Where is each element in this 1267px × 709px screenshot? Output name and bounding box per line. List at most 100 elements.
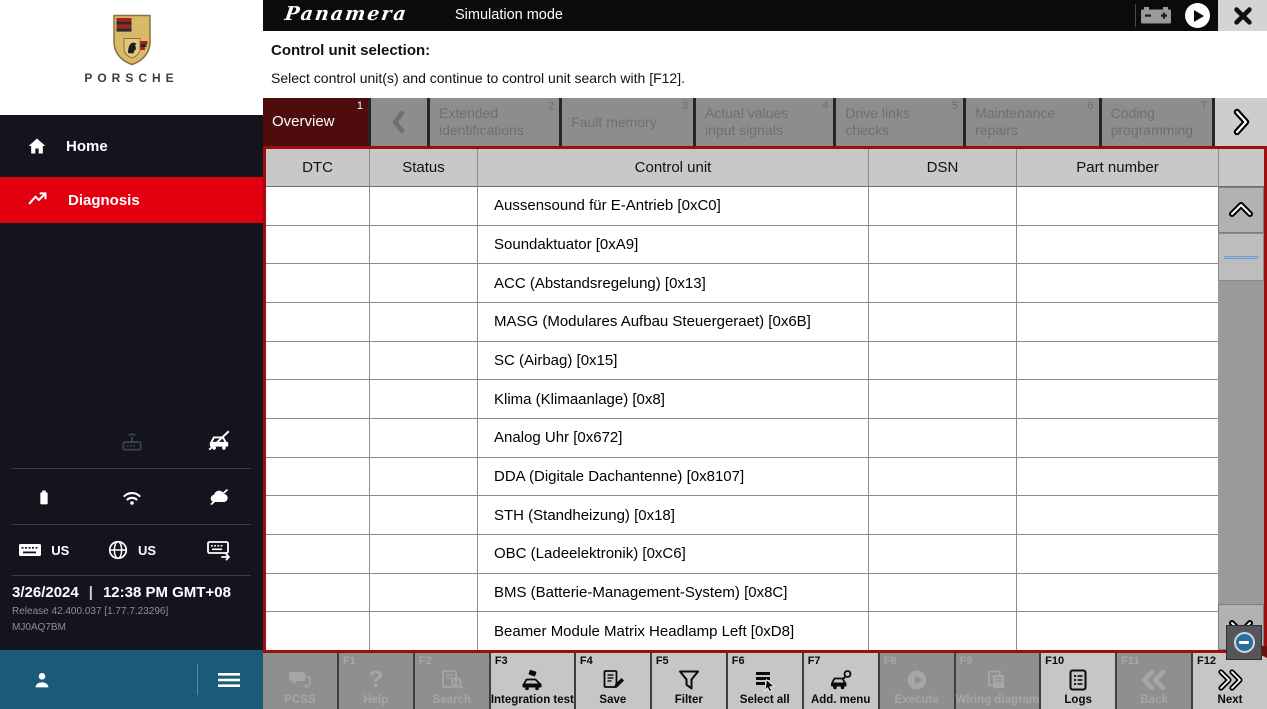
table-row[interactable]: MASG (Modulares Aufbau Steuergeraet) [0x… [266, 303, 1218, 342]
sidebar-item-diagnosis[interactable]: Diagnosis [0, 177, 263, 223]
cloud-offline-icon [175, 485, 263, 509]
model-name-script: Panamera [283, 3, 410, 25]
table-row[interactable]: SC (Airbag) [0x15] [266, 341, 1218, 381]
date-label: 3/26/2024 [12, 584, 79, 601]
onscreen-keyboard-button[interactable] [175, 539, 263, 561]
scroll-up-button[interactable] [1218, 187, 1264, 233]
porsche-wordmark: PORSCHE [84, 71, 179, 85]
filter-icon [677, 653, 701, 694]
tab-overview[interactable]: Overview 1 [263, 98, 368, 146]
sidebar-footer [0, 650, 263, 709]
filter-button[interactable]: F5 Filter [651, 653, 726, 709]
additional-menu-button[interactable]: F7 Add. menu [803, 653, 878, 709]
fn-key-label: F8 [883, 655, 897, 667]
fn-label: Next [1217, 694, 1243, 706]
close-icon [1233, 6, 1252, 25]
tab-scroll-right-button[interactable] [1215, 98, 1267, 146]
select-all-button[interactable]: F6 Select all [727, 653, 802, 709]
fn-label: Integration test [490, 694, 574, 706]
help-icon: ? [368, 665, 384, 693]
table-row[interactable]: STH (Standheizung) [0x18] [266, 496, 1218, 536]
table-row[interactable]: Soundaktuator [0xA9] [266, 225, 1218, 265]
select-all-icon [753, 653, 777, 694]
pcss-button: PCSS [263, 653, 337, 709]
sidebar: Home Diagnosis US US 3/26/2024 | 12:38 P… [0, 115, 263, 650]
logs-button[interactable]: F10 Logs [1041, 653, 1116, 709]
tab-number: 2 [548, 100, 555, 112]
table-row[interactable]: ACC (Abstandsregelung) [0x13] [266, 264, 1218, 304]
tab-number: 4 [822, 100, 829, 112]
fn-label: Wiring diagram [955, 694, 1040, 706]
function-key-bar: PCSS F1 ? Help F2 Search F3 Integration … [263, 653, 1267, 709]
control-unit-cell: Analog Uhr [0x672] [478, 419, 869, 457]
tab-drive-links: Drive links checks 5 [836, 98, 964, 146]
keyboard-icon [18, 541, 42, 559]
save-button[interactable]: F4 Save [575, 653, 650, 709]
fn-label: Execute [894, 694, 939, 706]
user-button[interactable] [31, 668, 53, 692]
scrollbar-thumb[interactable] [1218, 233, 1264, 281]
tab-number: 3 [681, 100, 689, 112]
sidebar-status-area: US US 3/26/2024 | 12:38 PM GMT+08 Releas… [0, 413, 263, 633]
date-time-separator: | [88, 584, 93, 601]
fn-key-label: F6 [731, 655, 745, 667]
page-subtitle: Select control unit(s) and continue to c… [271, 70, 685, 86]
close-button[interactable] [1218, 0, 1267, 31]
fn-key-label: F1 [342, 655, 356, 667]
divider [1135, 4, 1136, 27]
next-button[interactable]: F12 Next [1193, 653, 1267, 709]
table-row[interactable]: OBC (Ladeelektronik) [0xC6] [266, 535, 1218, 574]
region-indicator[interactable]: US [88, 539, 176, 561]
keyboard-lang-label: US [51, 542, 70, 558]
divider [197, 664, 198, 695]
scrollbar-track[interactable] [1218, 281, 1264, 604]
pcss-chat-icon [288, 653, 312, 694]
device-id-label: MJ0AQ7BM [12, 622, 66, 633]
menu-button[interactable] [217, 670, 241, 690]
page-title: Control unit selection: [271, 42, 431, 59]
tab-number: 6 [1087, 100, 1094, 112]
table-row[interactable]: Klima (Klimaanlage) [0x8] [266, 380, 1218, 420]
integration-test-button[interactable]: F3 Integration test [490, 653, 574, 709]
tab-number: 1 [356, 100, 363, 112]
porsche-crest-icon [112, 14, 152, 66]
play-button[interactable] [1185, 3, 1210, 28]
wiring-diagram-button: F9 Wiring diagram [955, 653, 1040, 709]
column-header-dtc: DTC [266, 149, 370, 186]
keyboard-send-icon [206, 539, 232, 561]
battery-icon [0, 485, 88, 509]
column-header-dsn: DSN [869, 149, 1017, 186]
notification-badge[interactable] [1226, 625, 1262, 660]
table-row[interactable]: Aussensound für E-Antrieb [0xC0] [266, 187, 1218, 226]
logs-icon [1066, 653, 1090, 694]
control-unit-cell: ACC (Abstandsregelung) [0x13] [478, 264, 869, 303]
control-unit-cell: BMS (Batterie-Management-System) [0x8C] [478, 573, 869, 612]
tab-label: Maintenance repairs [975, 105, 1056, 138]
control-unit-cell: Beamer Module Matrix Headlamp Left [0xD8… [478, 612, 869, 651]
table-row[interactable]: Beamer Module Matrix Headlamp Left [0xD8… [266, 612, 1218, 651]
control-unit-cell: MASG (Modulares Aufbau Steuergeraet) [0x… [478, 303, 869, 341]
status-row-language: US US [0, 525, 263, 575]
wiring-diagram-icon [985, 653, 1009, 694]
control-unit-table: DTC Status Control unit DSN Part number … [263, 146, 1267, 653]
table-row[interactable]: DDA (Digitale Dachantenne) [0x8107] [266, 457, 1218, 497]
fn-label: Help [363, 694, 389, 706]
title-bar: Panamera Simulation mode [263, 0, 1267, 31]
table-row[interactable]: BMS (Batterie-Management-System) [0x8C] [266, 573, 1218, 613]
search-icon [440, 653, 464, 694]
tab-label: Actual values input signals [705, 105, 789, 138]
sidebar-item-home[interactable]: Home [0, 123, 263, 169]
tab-label: Extended identifications [439, 105, 524, 138]
vci-disconnected-icon [88, 428, 176, 454]
instruction-area: Control unit selection: Select control u… [263, 31, 1267, 98]
region-lang-label: US [137, 542, 157, 558]
sidebar-item-label: Diagnosis [68, 191, 140, 209]
fn-label: Filter [674, 694, 703, 706]
keyboard-layout-indicator[interactable]: US [0, 541, 88, 559]
diagnosis-pulse-icon [27, 190, 49, 210]
control-unit-cell: OBC (Ladeelektronik) [0xC6] [478, 535, 869, 573]
tab-bar: Overview 1 Extended identifications 2 Fa… [263, 98, 1267, 146]
table-row[interactable]: Analog Uhr [0x672] [266, 419, 1218, 458]
minus-circle-icon [1233, 632, 1255, 653]
table-scrollbar [1218, 149, 1264, 650]
